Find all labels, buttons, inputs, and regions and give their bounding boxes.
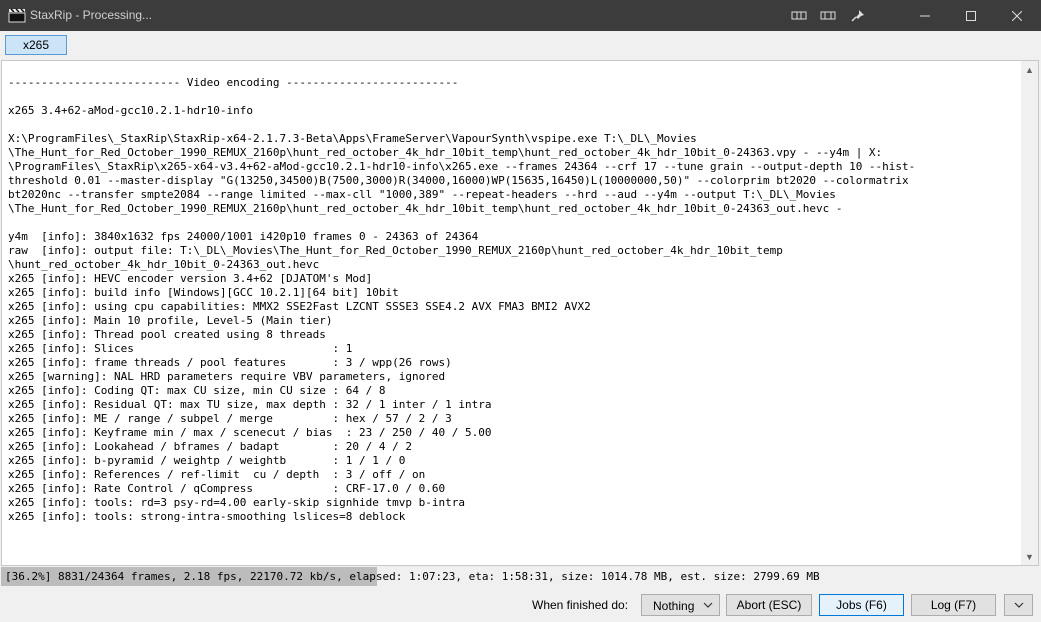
- log-line: \The_Hunt_for_Red_October_1990_REMUX_216…: [8, 146, 883, 159]
- log-line: \The_Hunt_for_Red_October_1990_REMUX_216…: [8, 202, 843, 215]
- log-line: x265 [info]: Keyframe min / max / scenec…: [8, 426, 492, 439]
- tab-strip: x265: [0, 31, 1041, 59]
- pin-icon[interactable]: [850, 9, 866, 22]
- layout-icon[interactable]: [791, 9, 807, 22]
- log-line: threshold 0.01 --master-display "G(13250…: [8, 174, 909, 187]
- status-text: [36.2%] 8831/24364 frames, 2.18 fps, 221…: [5, 570, 820, 583]
- tab-x265[interactable]: x265: [5, 35, 67, 55]
- columns-icon[interactable]: [820, 9, 836, 22]
- log-line: x265 [info]: using cpu capabilities: MMX…: [8, 300, 591, 313]
- minimize-icon: [920, 15, 930, 16]
- log-line: x265 [info]: Lookahead / bframes / badap…: [8, 440, 412, 453]
- log-line: x265 [info]: frame threads / pool featur…: [8, 356, 452, 369]
- log-line: x265 [info]: Slices : 1: [8, 342, 353, 355]
- clapperboard-icon: [8, 8, 26, 23]
- chevron-down-icon: [703, 602, 713, 608]
- log-line: x265 [info]: Coding QT: max CU size, min…: [8, 384, 386, 397]
- log-line: bt2020nc --transfer smpte2084 --range li…: [8, 188, 836, 201]
- log-line: x265 [info]: tools: rd=3 psy-rd=4.00 ear…: [8, 496, 465, 509]
- chevron-up-icon: ▲: [1025, 64, 1034, 75]
- log-line: raw [info]: output file: T:\_DL\_Movies\…: [8, 244, 783, 257]
- scroll-up-button[interactable]: ▲: [1021, 61, 1038, 78]
- window-title: StaxRip - Processing...: [30, 8, 153, 22]
- chevron-down-icon: ▼: [1025, 551, 1034, 562]
- maximize-icon: [966, 10, 976, 21]
- footer-bar: When finished do: Nothing Abort (ESC) Jo…: [0, 586, 1041, 622]
- log-line: x265 [info]: Residual QT: max TU size, m…: [8, 398, 492, 411]
- log-text: -------------------------- Video encodin…: [8, 76, 1018, 524]
- abort-button[interactable]: Abort (ESC): [726, 594, 812, 616]
- status-bar: [36.2%] 8831/24364 frames, 2.18 fps, 221…: [1, 567, 1039, 586]
- log-line: X:\ProgramFiles\_StaxRip\StaxRip-x64-2.1…: [8, 132, 697, 145]
- log-line: x265 3.4+62-aMod-gcc10.2.1-hdr10-info: [8, 104, 254, 117]
- log-button[interactable]: Log (F7): [911, 594, 996, 616]
- log-line: x265 [info]: build info [Windows][GCC 10…: [8, 286, 399, 299]
- maximize-button[interactable]: [948, 0, 994, 31]
- when-finished-value: Nothing: [653, 599, 695, 613]
- log-line: \ProgramFiles\_StaxRip\x265-x64-v3.4+62-…: [8, 160, 916, 173]
- log-line: \hunt_red_october_4k_hdr_10bit_0-24363_o…: [8, 258, 320, 271]
- chevron-down-icon: [1014, 602, 1023, 608]
- when-finished-dropdown[interactable]: Nothing: [641, 594, 720, 616]
- when-finished-label: When finished do:: [532, 598, 629, 612]
- log-line: y4m [info]: 3840x1632 fps 24000/1001 i42…: [8, 230, 479, 243]
- log-line: x265 [info]: HEVC encoder version 3.4+62…: [8, 272, 373, 285]
- log-line: x265 [info]: Rate Control / qCompress : …: [8, 482, 446, 495]
- log-line: x265 [info]: tools: strong-intra-smoothi…: [8, 510, 406, 523]
- log-line: x265 [info]: References / ref-limit cu /…: [8, 468, 426, 481]
- log-line: x265 [info]: Thread pool created using 8…: [8, 328, 326, 341]
- log-line: -------------------------- Video encodin…: [8, 76, 459, 89]
- minimize-button[interactable]: [902, 0, 948, 31]
- log-scrollbar[interactable]: ▲ ▼: [1021, 61, 1038, 565]
- menu-dropdown-button[interactable]: [1004, 594, 1033, 616]
- log-pane[interactable]: -------------------------- Video encodin…: [1, 60, 1039, 566]
- close-button[interactable]: [994, 0, 1040, 31]
- log-line: x265 [info]: ME / range / subpel / merge…: [8, 412, 452, 425]
- close-icon: [1012, 10, 1022, 21]
- log-line: x265 [warning]: NAL HRD parameters requi…: [8, 370, 446, 383]
- jobs-button[interactable]: Jobs (F6): [819, 594, 904, 616]
- log-line: x265 [info]: Main 10 profile, Level-5 (M…: [8, 314, 333, 327]
- title-bar: StaxRip - Processing...: [0, 0, 1041, 31]
- log-line: x265 [info]: b-pyramid / weightp / weigh…: [8, 454, 406, 467]
- scroll-down-button[interactable]: ▼: [1021, 548, 1038, 565]
